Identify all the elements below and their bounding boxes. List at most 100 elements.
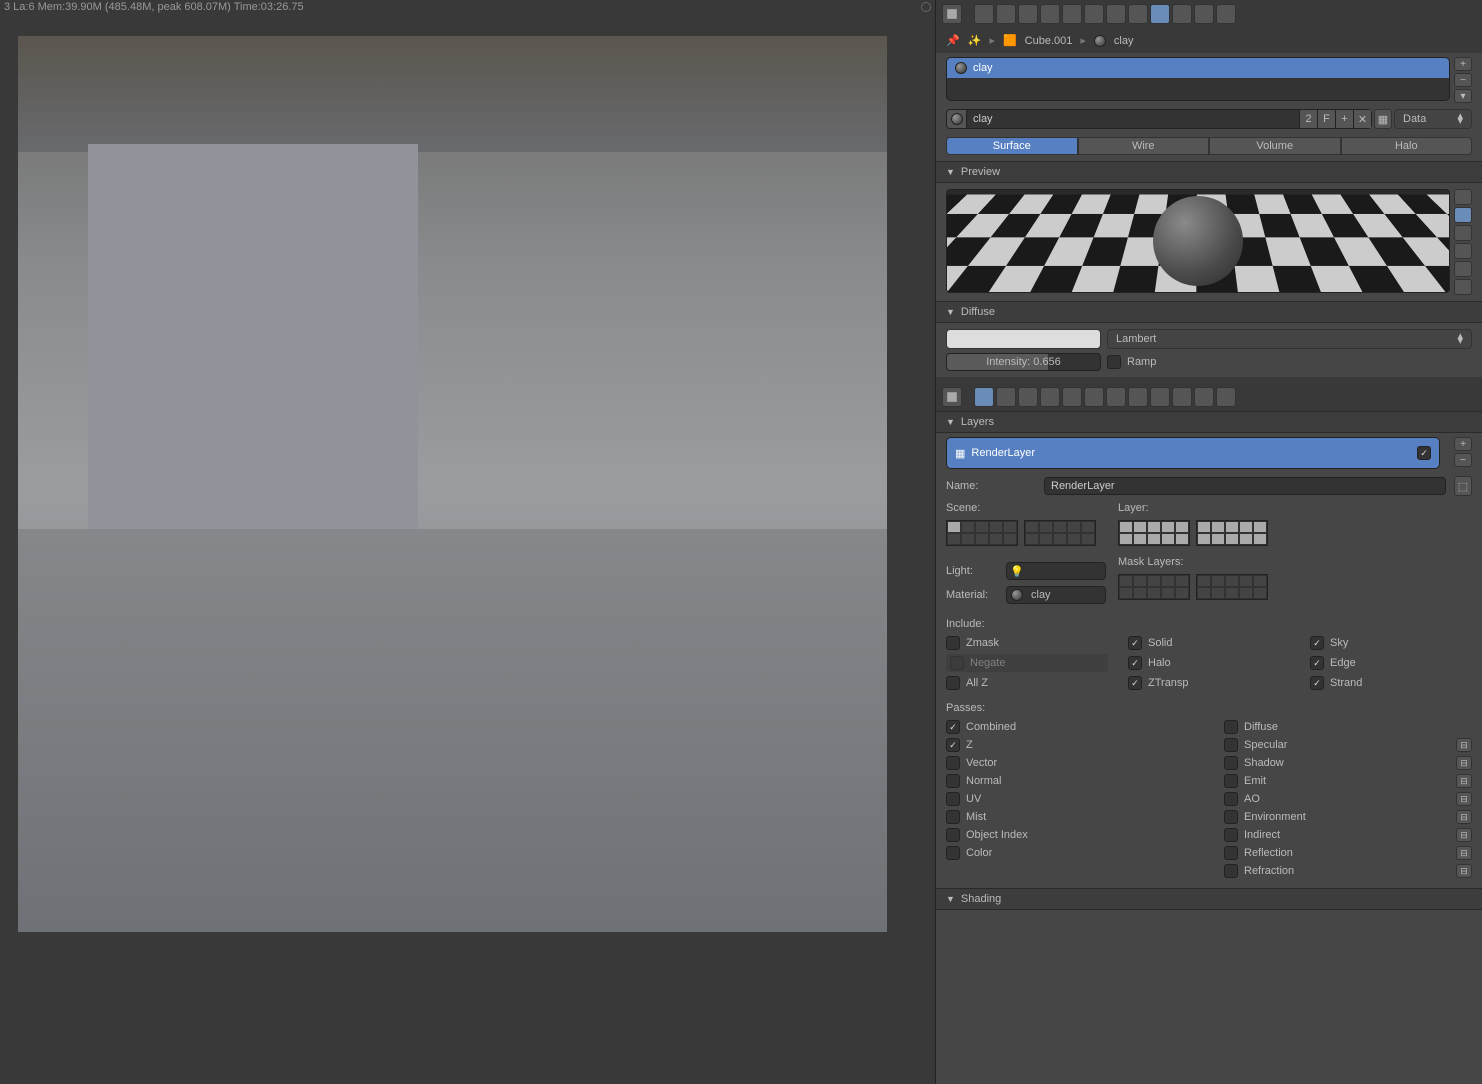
specular-exclude-button[interactable]: ⊟ bbox=[1456, 738, 1472, 752]
specular-checkbox[interactable] bbox=[1224, 738, 1238, 752]
node-toggle-button[interactable]: ▦ bbox=[1374, 109, 1392, 129]
material-list[interactable]: clay bbox=[946, 57, 1450, 101]
ao-checkbox[interactable] bbox=[1224, 792, 1238, 806]
volume-tab[interactable]: Volume bbox=[1209, 137, 1341, 155]
surface-tab[interactable]: Surface bbox=[946, 137, 1078, 155]
physics-tab-icon[interactable] bbox=[1216, 4, 1236, 24]
link-mode-dropdown[interactable]: Data ▴▾ bbox=[1394, 109, 1472, 129]
particles-tab-icon[interactable] bbox=[1194, 4, 1214, 24]
halo-tab[interactable]: Halo bbox=[1341, 137, 1473, 155]
diffuse-intensity-slider[interactable]: Intensity: 0.656 bbox=[946, 353, 1101, 371]
render-layer-enable-checkbox[interactable] bbox=[1417, 446, 1431, 460]
shading-section-header[interactable]: ▼ Shading bbox=[936, 888, 1482, 910]
data-tab-icon[interactable] bbox=[1128, 4, 1148, 24]
user-count[interactable]: 2 bbox=[1299, 110, 1317, 128]
context-icon[interactable]: ✨ bbox=[968, 34, 982, 47]
preview-flat-button[interactable] bbox=[1454, 189, 1472, 205]
emit-checkbox[interactable] bbox=[1224, 774, 1238, 788]
editor-type-icon[interactable] bbox=[942, 4, 962, 24]
breadcrumb-material[interactable]: clay bbox=[1114, 35, 1134, 47]
object-tab-icon[interactable] bbox=[1062, 4, 1082, 24]
pin-icon[interactable]: 📌 bbox=[946, 34, 960, 47]
vector-checkbox[interactable] bbox=[946, 756, 960, 770]
preview-sphere-button[interactable] bbox=[1454, 207, 1472, 223]
indirect-exclude-button[interactable]: ⊟ bbox=[1456, 828, 1472, 842]
render-tab-icon[interactable] bbox=[974, 387, 994, 407]
uv-checkbox[interactable] bbox=[946, 792, 960, 806]
indirect-checkbox[interactable] bbox=[1224, 828, 1238, 842]
editor-type-icon[interactable] bbox=[942, 387, 962, 407]
add-slot-button[interactable]: + bbox=[1454, 57, 1472, 71]
world-tab-icon[interactable] bbox=[1040, 4, 1060, 24]
material-tab-icon[interactable] bbox=[1150, 4, 1170, 24]
render-layer-list[interactable]: ▦ RenderLayer bbox=[946, 437, 1440, 469]
preview-cube-button[interactable] bbox=[1454, 225, 1472, 241]
render-viewport[interactable] bbox=[18, 36, 887, 932]
preview-world-button[interactable] bbox=[1454, 279, 1472, 295]
modifiers-tab-icon[interactable] bbox=[1106, 387, 1126, 407]
zmask-checkbox[interactable] bbox=[946, 636, 960, 650]
wire-tab[interactable]: Wire bbox=[1078, 137, 1210, 155]
diffuse-color-swatch[interactable] bbox=[946, 329, 1101, 349]
ramp-checkbox[interactable] bbox=[1107, 355, 1121, 369]
material-slot-item[interactable]: clay bbox=[947, 58, 1449, 78]
preview-hair-button[interactable] bbox=[1454, 261, 1472, 277]
mist-checkbox[interactable] bbox=[946, 810, 960, 824]
layers-section-header[interactable]: ▼ Layers bbox=[936, 411, 1482, 433]
reflection-exclude-button[interactable]: ⊟ bbox=[1456, 846, 1472, 860]
slot-specials-button[interactable]: ▾ bbox=[1454, 89, 1472, 103]
texture-tab-icon[interactable] bbox=[1172, 4, 1192, 24]
layer-name-field[interactable] bbox=[1044, 477, 1446, 495]
render-layers-tab-icon[interactable] bbox=[996, 387, 1016, 407]
material-tab-icon[interactable] bbox=[1150, 387, 1170, 407]
render-layers-tab-icon[interactable] bbox=[996, 4, 1016, 24]
refraction-exclude-button[interactable]: ⊟ bbox=[1456, 864, 1472, 878]
z-checkbox[interactable] bbox=[946, 738, 960, 752]
object-index-checkbox[interactable] bbox=[946, 828, 960, 842]
remove-layer-button[interactable]: − bbox=[1454, 453, 1472, 467]
solid-checkbox[interactable] bbox=[1128, 636, 1142, 650]
reflection-checkbox[interactable] bbox=[1224, 846, 1238, 860]
browse-material-icon[interactable] bbox=[947, 110, 967, 128]
scene-tab-icon[interactable] bbox=[1018, 387, 1038, 407]
combined-checkbox[interactable] bbox=[946, 720, 960, 734]
sky-checkbox[interactable] bbox=[1310, 636, 1324, 650]
allz-checkbox[interactable] bbox=[946, 676, 960, 690]
shadow-exclude-button[interactable]: ⊟ bbox=[1456, 756, 1472, 770]
light-override-field[interactable]: 💡 bbox=[1006, 562, 1106, 580]
render-layer-item[interactable]: ▦ RenderLayer bbox=[947, 438, 1439, 468]
single-layer-button[interactable]: ⬚ bbox=[1454, 476, 1472, 496]
breadcrumb-object[interactable]: Cube.001 bbox=[1025, 35, 1073, 47]
remove-slot-button[interactable]: − bbox=[1454, 73, 1472, 87]
add-new-button[interactable]: + bbox=[1335, 110, 1353, 128]
ztransp-checkbox[interactable] bbox=[1128, 676, 1142, 690]
fake-user-button[interactable]: F bbox=[1317, 110, 1335, 128]
constraints-tab-icon[interactable] bbox=[1084, 387, 1104, 407]
constraints-tab-icon[interactable] bbox=[1084, 4, 1104, 24]
modifiers-tab-icon[interactable] bbox=[1106, 4, 1126, 24]
diffuse-section-header[interactable]: ▼ Diffuse bbox=[936, 301, 1482, 323]
preview-section-header[interactable]: ▼ Preview bbox=[936, 161, 1482, 183]
normal-checkbox[interactable] bbox=[946, 774, 960, 788]
render-tab-icon[interactable] bbox=[974, 4, 994, 24]
texture-tab-icon[interactable] bbox=[1172, 387, 1192, 407]
environment-exclude-button[interactable]: ⊟ bbox=[1456, 810, 1472, 824]
emit-exclude-button[interactable]: ⊟ bbox=[1456, 774, 1472, 788]
material-override-field[interactable]: clay bbox=[1006, 586, 1106, 604]
particles-tab-icon[interactable] bbox=[1194, 387, 1214, 407]
physics-tab-icon[interactable] bbox=[1216, 387, 1236, 407]
mask-layer-grid[interactable] bbox=[1118, 574, 1472, 600]
world-tab-icon[interactable] bbox=[1040, 387, 1060, 407]
data-tab-icon[interactable] bbox=[1128, 387, 1148, 407]
scene-layer-grid[interactable] bbox=[946, 520, 1106, 546]
material-preview[interactable] bbox=[946, 189, 1450, 293]
color-checkbox[interactable] bbox=[946, 846, 960, 860]
object-tab-icon[interactable] bbox=[1062, 387, 1082, 407]
shadow-checkbox[interactable] bbox=[1224, 756, 1238, 770]
diffuse-shader-dropdown[interactable]: Lambert ▴▾ bbox=[1107, 329, 1472, 349]
unlink-button[interactable]: ✕ bbox=[1353, 110, 1371, 128]
close-icon[interactable] bbox=[921, 2, 931, 12]
environment-checkbox[interactable] bbox=[1224, 810, 1238, 824]
ao-exclude-button[interactable]: ⊟ bbox=[1456, 792, 1472, 806]
edge-checkbox[interactable] bbox=[1310, 656, 1324, 670]
